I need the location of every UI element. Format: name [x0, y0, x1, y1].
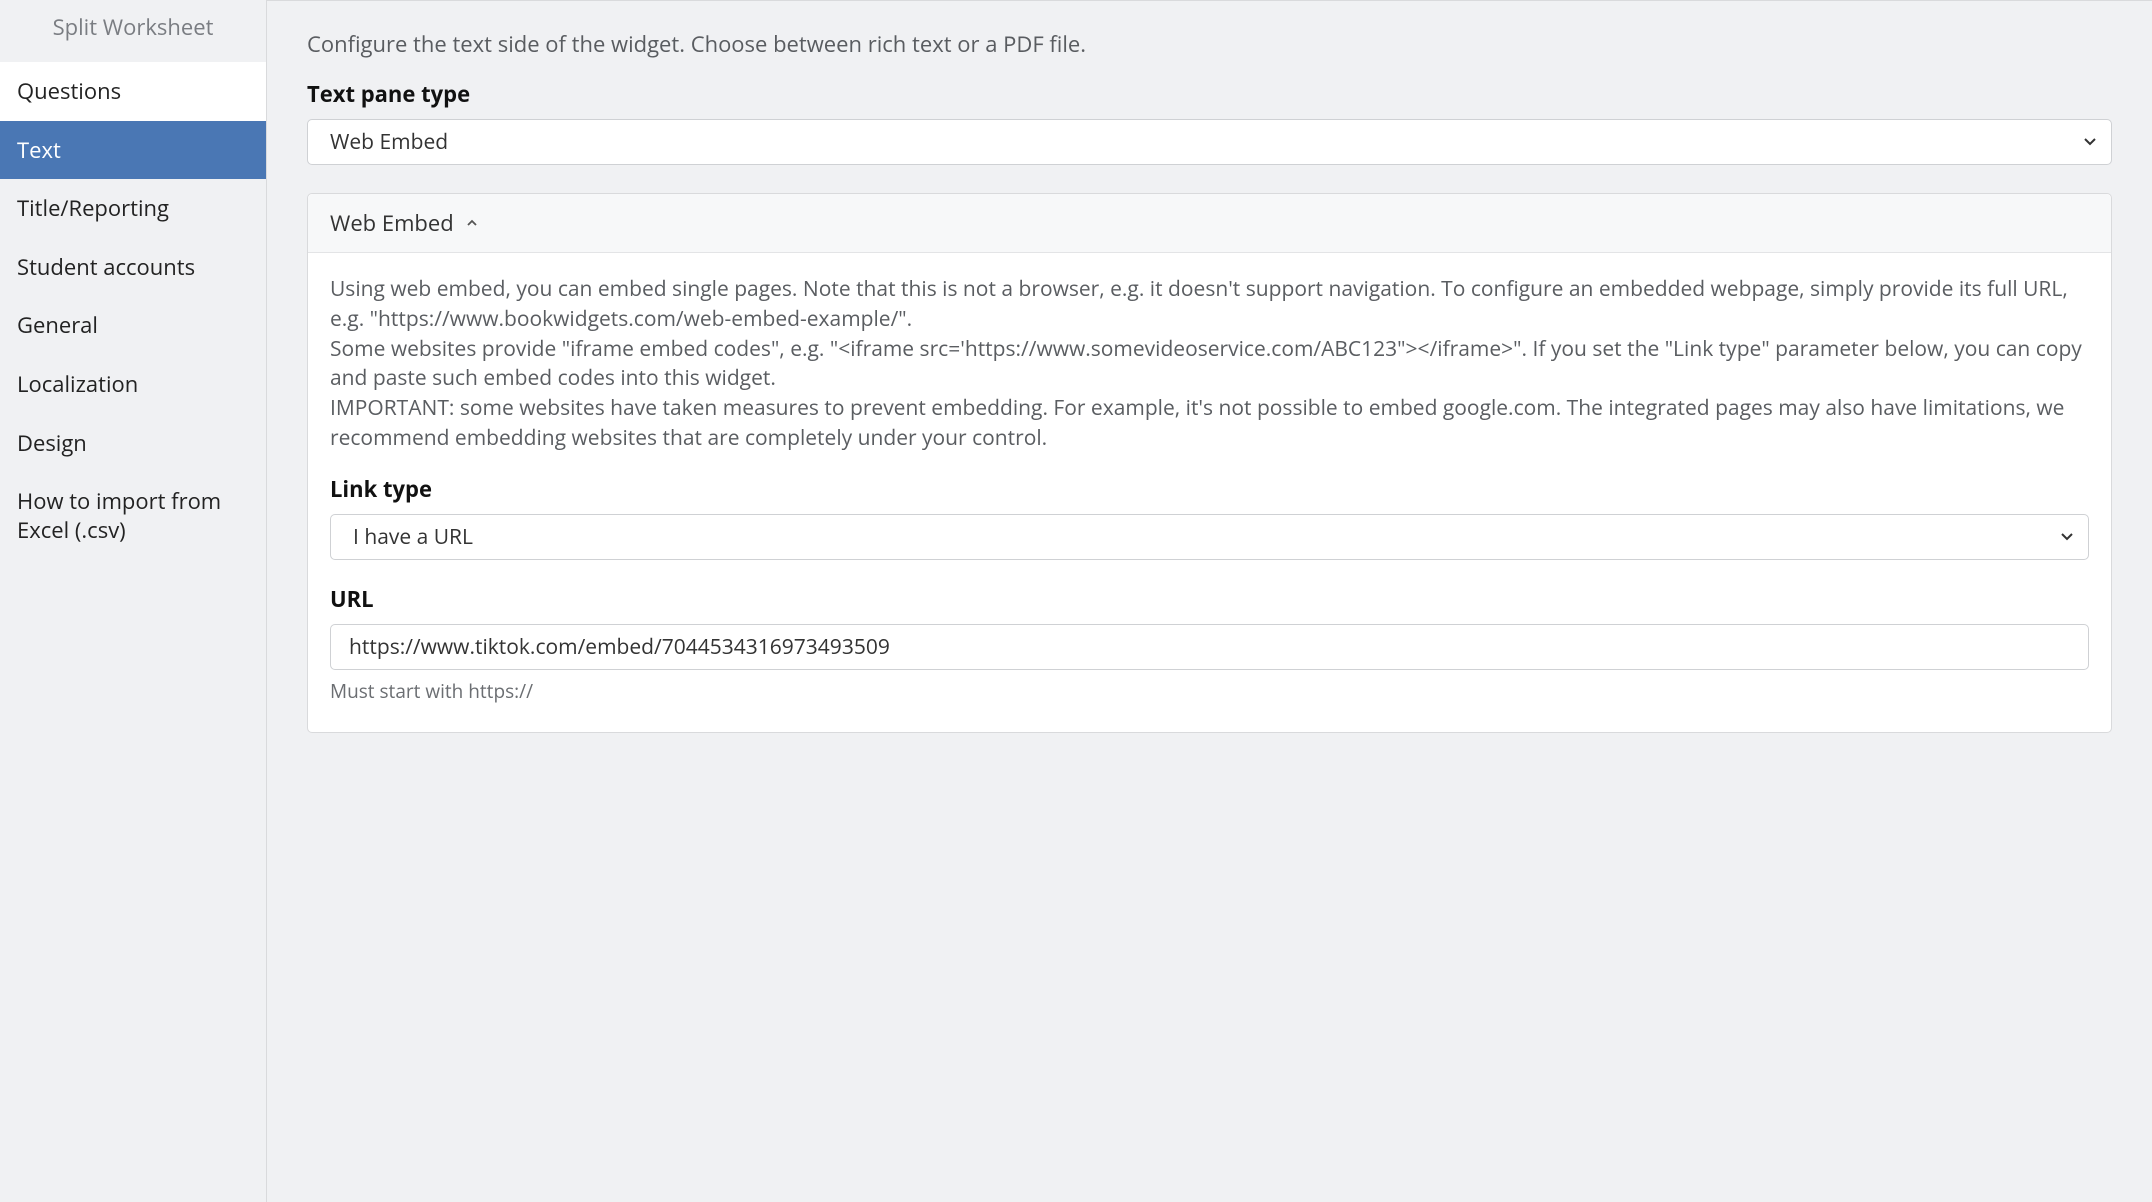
sidebar-item-label: Student accounts — [17, 252, 195, 282]
link-type-label: Link type — [330, 474, 2089, 504]
chevron-down-icon — [2060, 530, 2074, 544]
sidebar-item-label: Design — [17, 428, 87, 458]
sidebar-item-label: Localization — [17, 369, 138, 399]
sidebar-item-label: General — [17, 310, 98, 340]
web-embed-panel: Web Embed Using web embed, you can embed… — [307, 193, 2112, 733]
text-pane-type-label: Text pane type — [307, 79, 2112, 109]
url-input[interactable] — [330, 624, 2089, 670]
main-content: Configure the text side of the widget. C… — [267, 0, 2152, 1202]
panel-title: Web Embed — [330, 208, 454, 238]
text-pane-type-select[interactable]: Web Embed — [307, 119, 2112, 165]
chevron-up-icon — [466, 217, 478, 229]
url-hint: Must start with https:// — [330, 678, 2089, 704]
select-value: I have a URL — [353, 523, 473, 551]
sidebar-item-student-accounts[interactable]: Student accounts — [0, 238, 266, 297]
web-embed-panel-body: Using web embed, you can embed single pa… — [308, 253, 2111, 732]
url-label: URL — [330, 584, 2089, 614]
sidebar-item-label: Text — [17, 135, 61, 165]
link-type-select[interactable]: I have a URL — [330, 514, 2089, 560]
web-embed-panel-header[interactable]: Web Embed — [308, 194, 2111, 253]
sidebar-item-label: Questions — [17, 76, 121, 106]
sidebar-item-label: Title/Reporting — [17, 193, 169, 223]
select-value: Web Embed — [330, 128, 448, 156]
sidebar-item-design[interactable]: Design — [0, 414, 266, 473]
sidebar-item-general[interactable]: General — [0, 296, 266, 355]
chevron-down-icon — [2083, 135, 2097, 149]
sidebar-title: Split Worksheet — [0, 0, 266, 62]
intro-text: Configure the text side of the widget. C… — [307, 29, 2112, 59]
sidebar: Split Worksheet Questions Text Title/Rep… — [0, 0, 267, 1202]
sidebar-item-title-reporting[interactable]: Title/Reporting — [0, 179, 266, 238]
sidebar-item-text[interactable]: Text — [0, 121, 266, 180]
sidebar-item-label: How to import from Excel (.csv) — [17, 486, 221, 545]
sidebar-list: Questions Text Title/Reporting Student a… — [0, 62, 266, 559]
sidebar-item-questions[interactable]: Questions — [0, 62, 266, 121]
web-embed-help-text: Using web embed, you can embed single pa… — [330, 275, 2089, 454]
sidebar-item-localization[interactable]: Localization — [0, 355, 266, 414]
sidebar-item-import-excel[interactable]: How to import from Excel (.csv) — [0, 472, 266, 559]
